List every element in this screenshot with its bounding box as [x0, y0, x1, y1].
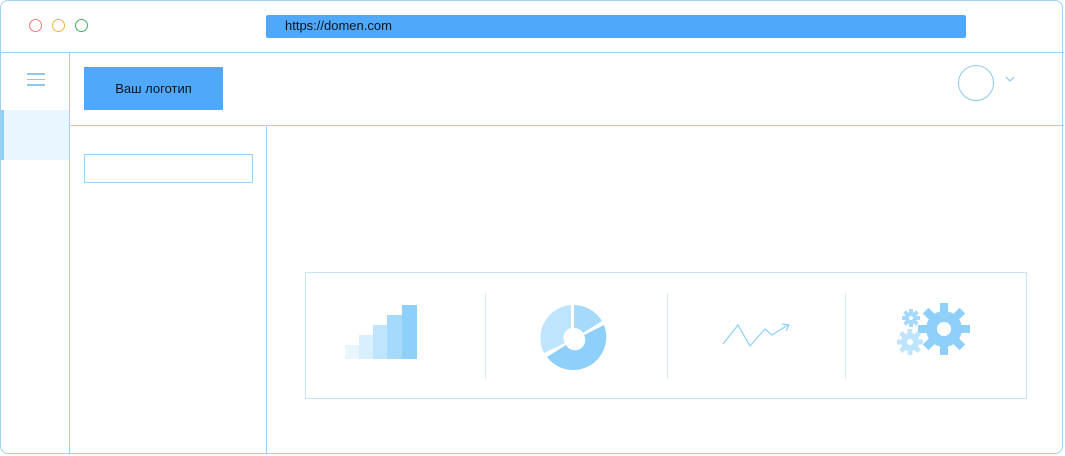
app-header: Ваш логотип: [70, 53, 1064, 126]
avatar[interactable]: [958, 65, 994, 101]
tile-donut-chart[interactable]: [486, 273, 667, 398]
address-bar-url: https://domen.com: [285, 18, 392, 33]
tile-settings[interactable]: [846, 273, 1026, 398]
browser-titlebar: https://domen.com: [1, 1, 1064, 53]
minimize-window-button[interactable]: [52, 19, 65, 32]
gears-icon: [897, 303, 970, 355]
sidebar-item-active[interactable]: [1, 110, 69, 160]
tile-trend-line[interactable]: [668, 273, 845, 398]
maximize-window-button[interactable]: [75, 19, 88, 32]
trend-line-icon: [722, 323, 790, 348]
chevron-down-icon[interactable]: [1005, 75, 1015, 83]
dashboard-card: [305, 272, 1027, 399]
bar-chart-icon: [345, 305, 417, 359]
left-panel: [70, 126, 267, 455]
search-input[interactable]: [84, 154, 253, 183]
browser-window: https://domen.com Ваш логотип: [0, 0, 1064, 455]
tile-bar-chart[interactable]: [306, 273, 485, 398]
close-window-button[interactable]: [29, 19, 42, 32]
address-bar[interactable]: https://domen.com: [266, 15, 966, 38]
sidebar: [1, 53, 70, 455]
hamburger-icon[interactable]: [27, 73, 45, 86]
donut-chart-icon: [540, 305, 607, 371]
logo-button[interactable]: Ваш логотип: [84, 67, 223, 110]
